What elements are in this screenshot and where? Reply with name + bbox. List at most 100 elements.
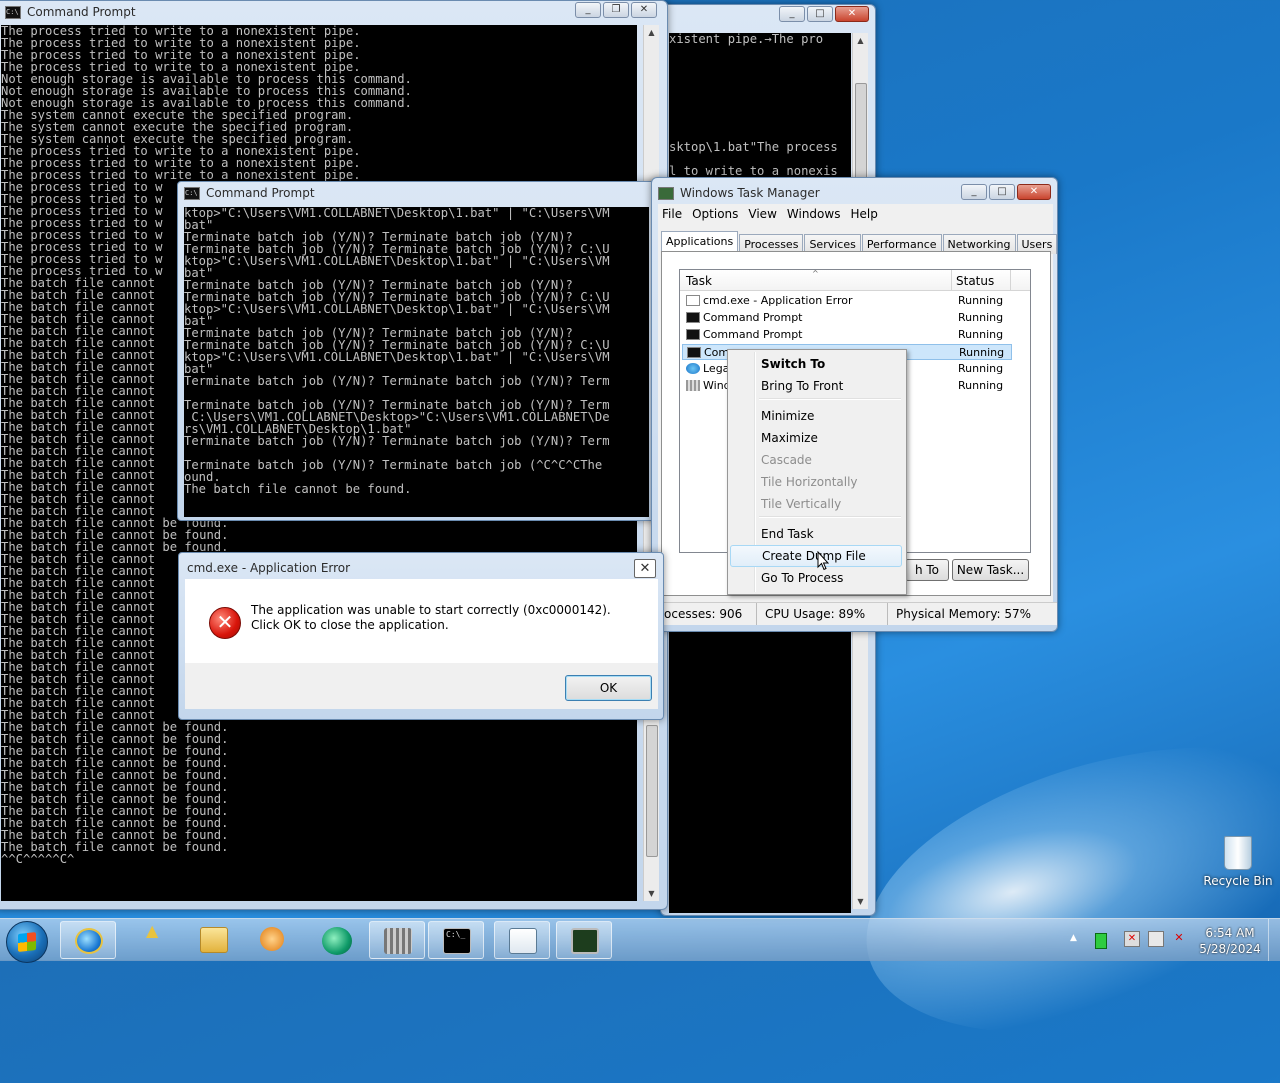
folder-icon — [200, 927, 228, 953]
ok-button[interactable]: OK — [565, 675, 652, 701]
error-dialog-title: cmd.exe - Application Error — [187, 561, 351, 575]
taskbar-media-player[interactable] — [244, 921, 300, 959]
window-controls: _ ❐ ✕ — [575, 2, 657, 18]
table-row[interactable]: Command Prompt Running — [682, 327, 1012, 343]
console-line: sktop\1.bat"The process — [669, 140, 838, 154]
close-button[interactable]: ✕ — [631, 2, 657, 18]
internet-explorer-icon — [75, 928, 103, 954]
cmd-main-title: Command Prompt — [27, 5, 136, 19]
cmd-main-titlebar[interactable]: C:\ Command Prompt — [0, 1, 667, 23]
column-task[interactable]: Task — [686, 274, 712, 288]
minimize-button[interactable]: _ — [575, 2, 601, 18]
cmd-mid-console[interactable]: ktop>"C:\Users\VM1.COLLABNET\Desktop\1.b… — [184, 207, 649, 517]
scroll-up-icon[interactable]: ▲ — [644, 25, 659, 40]
error-dialog-titlebar[interactable]: cmd.exe - Application Error — [179, 557, 663, 579]
tray-volume-icon[interactable]: ✕ — [1172, 931, 1186, 945]
maximize-button[interactable]: □ — [807, 6, 833, 22]
table-row[interactable]: Command Prompt Running — [682, 310, 1012, 326]
task-name: cmd.exe - Application Error — [703, 294, 853, 307]
menu-item-create-dump-file[interactable]: Create Dump File — [730, 545, 902, 567]
cmd-window-mid[interactable]: C:\ Command Prompt ktop>"C:\Users\VM1.CO… — [177, 181, 661, 521]
table-row[interactable]: cmd.exe - Application Error Running — [682, 293, 1012, 309]
minimize-button[interactable]: _ — [961, 184, 987, 200]
menu-item-go-to-process[interactable]: Go To Process — [730, 567, 902, 589]
clock-date: 5/28/2024 — [1199, 942, 1261, 956]
taskbar-cmd[interactable]: C:\_ — [428, 921, 484, 959]
dialog-close-button[interactable]: ✕ — [634, 559, 656, 578]
task-status: Running — [958, 362, 1004, 375]
taskbar-ie[interactable] — [60, 921, 116, 959]
show-hidden-icons[interactable]: ▲ — [1070, 933, 1077, 943]
scroll-down-icon[interactable]: ▼ — [644, 886, 659, 901]
restore-button[interactable]: ❐ — [603, 2, 629, 18]
menu-separator — [759, 516, 901, 518]
task-manager-menubar: File Options View Windows Help — [660, 207, 886, 221]
media-player-icon — [260, 927, 284, 951]
tray-network-icon[interactable] — [1148, 931, 1164, 947]
cmd-icon: C:\ — [5, 5, 21, 19]
cmd-taskbar-icon: C:\_ — [443, 928, 471, 954]
console-line: Terminate batch job (Y/N)? Terminate bat… — [184, 434, 610, 448]
sort-ascending-icon: ^ — [812, 269, 819, 278]
menu-item-switch-to[interactable]: Switch To — [730, 353, 902, 375]
taskbar-app-notepad[interactable] — [494, 921, 550, 959]
pin-icon: ▲ — [146, 921, 159, 940]
menu-item-minimize[interactable]: Minimize — [730, 405, 902, 427]
taskbar-app-green[interactable] — [310, 921, 366, 959]
scroll-thumb[interactable] — [646, 725, 658, 857]
close-button[interactable]: ✕ — [1017, 184, 1051, 200]
desktop-wallpaper-glow — [835, 697, 1280, 1083]
taskbar-task-manager[interactable] — [556, 921, 612, 959]
menu-windows[interactable]: Windows — [785, 207, 849, 221]
task-manager-statusbar: ocesses: 906 CPU Usage: 89% Physical Mem… — [652, 602, 1057, 625]
close-button[interactable]: ✕ — [835, 6, 869, 22]
task-status: Running — [959, 346, 1005, 359]
window-controls: _ □ ✕ — [779, 6, 869, 22]
task-manager-taskbar-icon — [571, 928, 599, 954]
clock-time: 6:54 AM — [1205, 926, 1255, 940]
taskbar-clock[interactable]: 6:54 AM 5/28/2024 — [1196, 925, 1264, 957]
column-status[interactable]: Status — [956, 274, 994, 288]
task-status: Running — [958, 379, 1004, 392]
tray-green-icon[interactable] — [1095, 933, 1107, 949]
cmd-mid-titlebar[interactable]: C:\ Command Prompt — [178, 182, 660, 204]
task-name: Command Prompt — [703, 311, 803, 324]
maximize-button[interactable]: □ — [989, 184, 1015, 200]
scroll-down-icon[interactable]: ▼ — [853, 894, 868, 909]
task-icon — [686, 329, 700, 340]
console-line: Terminate batch job (Y/N)? Terminate bat… — [184, 374, 610, 388]
recycle-bin[interactable]: Recycle Bin — [1196, 836, 1280, 888]
menu-options[interactable]: Options — [690, 207, 746, 221]
menu-item-bring-to-front[interactable]: Bring To Front — [730, 375, 902, 397]
menu-item-maximize[interactable]: Maximize — [730, 427, 902, 449]
start-button[interactable] — [6, 921, 48, 963]
switch-to-button[interactable]: h To — [905, 559, 949, 581]
windows-logo-icon — [18, 932, 36, 952]
new-task-button[interactable]: New Task... — [952, 559, 1029, 581]
show-desktop-button[interactable] — [1268, 919, 1280, 961]
menu-item-tile-horizontally: Tile Horizontally — [761, 475, 858, 489]
menu-item-end-task[interactable]: End Task — [730, 523, 902, 545]
menu-help[interactable]: Help — [848, 207, 885, 221]
taskbar-app-grid[interactable] — [369, 921, 425, 959]
task-status: Running — [958, 311, 1004, 324]
task-list-header: Task ^ Status — [680, 269, 1030, 291]
task-icon — [687, 347, 701, 358]
task-status: Running — [958, 294, 1004, 307]
tray-action-center-icon[interactable]: ✕ — [1124, 931, 1140, 947]
scroll-up-icon[interactable]: ▲ — [853, 33, 868, 48]
task-status: Running — [958, 328, 1004, 341]
cmd-icon: C:\ — [184, 186, 200, 200]
minimize-button[interactable]: _ — [779, 6, 805, 22]
error-dialog-body: ✕ The application was unable to start co… — [185, 579, 658, 663]
task-manager-title: Windows Task Manager — [680, 186, 820, 200]
taskbar-explorer[interactable] — [186, 921, 242, 959]
taskbar-pinned-item[interactable]: ▲ — [128, 921, 184, 959]
menu-view[interactable]: View — [746, 207, 784, 221]
menu-file[interactable]: File — [660, 207, 690, 221]
error-dialog[interactable]: cmd.exe - Application Error ✕ ✕ The appl… — [178, 552, 664, 720]
